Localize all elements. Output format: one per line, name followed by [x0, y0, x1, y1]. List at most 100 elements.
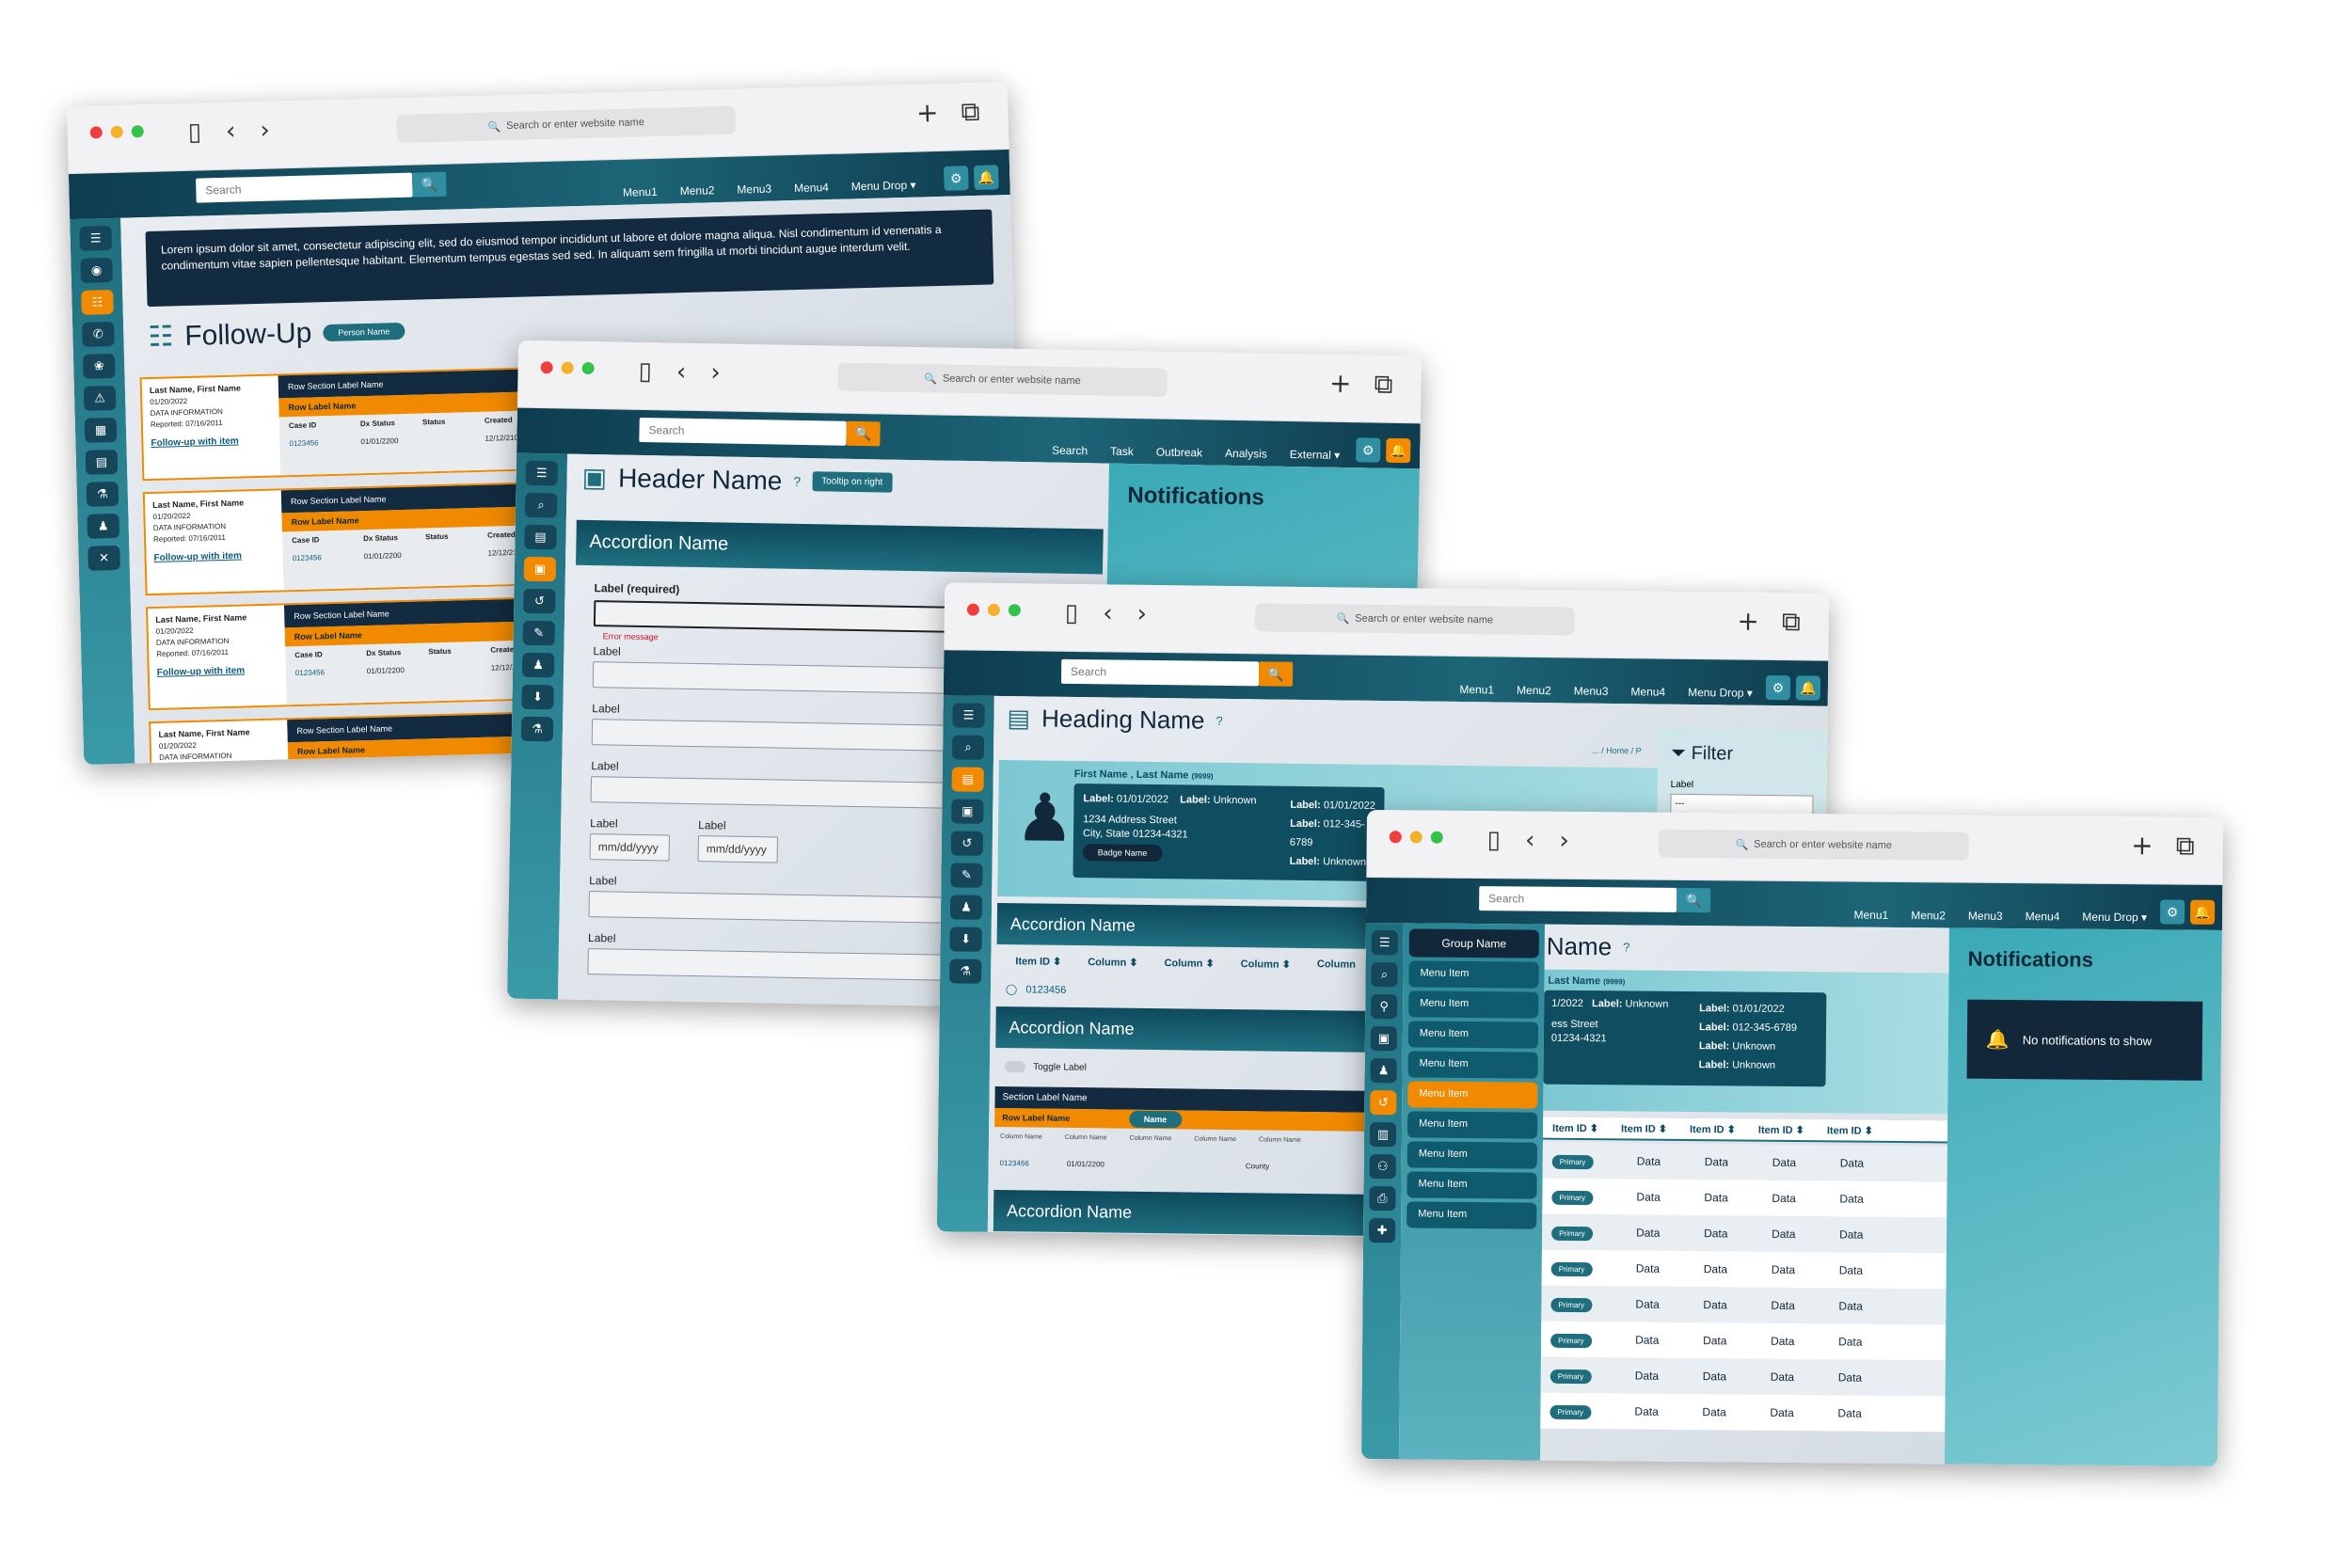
- col-header[interactable]: Item ID ⬍: [1015, 955, 1061, 968]
- case-id[interactable]: 0123456: [293, 552, 358, 562]
- person-icon[interactable]: ♟: [87, 513, 120, 539]
- row-id[interactable]: 0123456: [1000, 1159, 1029, 1167]
- gear-icon[interactable]: ⚙: [1765, 674, 1791, 701]
- menu-analysis[interactable]: Analysis: [1225, 447, 1267, 461]
- menu-outbreak[interactable]: Outbreak: [1156, 446, 1203, 460]
- back-icon[interactable]: ‹: [676, 358, 687, 387]
- follow-up-link[interactable]: Follow-up with item: [157, 665, 278, 679]
- url-bar[interactable]: 🔍 Search or enter website name: [396, 105, 737, 144]
- chart-icon[interactable]: ▥: [1369, 1122, 1397, 1148]
- maximize-dot[interactable]: [1430, 831, 1443, 844]
- sidebar-toggle-icon[interactable]: ▯: [187, 118, 201, 146]
- name-pill[interactable]: Name: [1128, 1110, 1183, 1129]
- bell-icon[interactable]: 🔔: [2189, 899, 2216, 925]
- menu-task[interactable]: Task: [1110, 445, 1134, 458]
- medkit-icon[interactable]: ✚: [1369, 1218, 1396, 1243]
- search-icon[interactable]: ⌕: [524, 492, 558, 518]
- maximize-dot[interactable]: [1008, 604, 1021, 617]
- accordion-header[interactable]: Accordion Name: [576, 519, 1104, 575]
- search-button[interactable]: 🔍: [1677, 887, 1711, 913]
- new-tab-icon[interactable]: +: [2131, 830, 2153, 862]
- menu-1[interactable]: Menu1: [1853, 909, 1888, 922]
- menu-search[interactable]: Search: [1052, 444, 1088, 458]
- id-card-icon[interactable]: ▣: [1370, 1026, 1398, 1052]
- case-id[interactable]: 0123456: [295, 667, 361, 677]
- col-header[interactable]: Item ID ⬍: [1827, 1124, 1873, 1136]
- col-header[interactable]: Item ID ⬍: [1552, 1122, 1598, 1134]
- new-tab-icon[interactable]: +: [1737, 606, 1759, 638]
- calendar-icon[interactable]: ▦: [84, 417, 118, 443]
- date-input[interactable]: mm/dd/yyyy: [589, 833, 671, 862]
- flask-icon[interactable]: ⚗: [949, 958, 982, 984]
- id-card-icon[interactable]: ▣: [951, 799, 984, 824]
- menu-item[interactable]: Menu Item: [1406, 1201, 1537, 1229]
- users-icon[interactable]: ♟: [1370, 1058, 1397, 1084]
- col-header[interactable]: Column ⬍: [1164, 957, 1214, 970]
- item-id[interactable]: 0123456: [1025, 984, 1066, 996]
- menu-drop[interactable]: Menu Drop ▾: [1688, 686, 1753, 700]
- breadcrumb[interactable]: ... / Home / P: [1592, 746, 1642, 756]
- col-header[interactable]: Item ID ⬍: [1690, 1123, 1736, 1135]
- paw-icon[interactable]: ❀: [82, 353, 116, 379]
- forward-icon[interactable]: ›: [710, 358, 721, 387]
- bell-icon[interactable]: 🔔: [1795, 675, 1821, 701]
- forward-icon[interactable]: ›: [260, 117, 270, 145]
- help-icon[interactable]: ?: [1623, 940, 1629, 954]
- grid-icon[interactable]: ▤: [85, 449, 119, 475]
- minimize-dot[interactable]: [561, 361, 574, 374]
- close-dot[interactable]: [1389, 831, 1402, 844]
- menu-drop[interactable]: Menu Drop ▾: [2082, 911, 2147, 925]
- col-header[interactable]: Column: [1317, 958, 1356, 971]
- menu-4[interactable]: Menu4: [2026, 910, 2060, 923]
- clipboard-icon[interactable]: ▤: [524, 524, 557, 550]
- menu-1[interactable]: Menu1: [623, 185, 658, 199]
- menu-item[interactable]: Menu Item: [1406, 1111, 1538, 1139]
- toggle-switch[interactable]: [1004, 1061, 1026, 1073]
- date-input[interactable]: mm/dd/yyyy: [697, 835, 779, 863]
- minimize-dot[interactable]: [110, 125, 123, 138]
- url-bar[interactable]: 🔍 Search or enter website name: [1254, 603, 1575, 636]
- menu-2[interactable]: Menu2: [680, 183, 715, 198]
- flask-icon[interactable]: ⚗: [520, 716, 554, 742]
- printer-icon[interactable]: ⎙: [1369, 1186, 1396, 1212]
- menu-external[interactable]: External ▾: [1290, 448, 1341, 462]
- menu-item-active[interactable]: Menu Item: [1407, 1081, 1538, 1109]
- download-icon[interactable]: ⬇: [949, 927, 982, 952]
- col-header[interactable]: Item ID ⬍: [1758, 1124, 1804, 1136]
- group-icon[interactable]: ⚇: [1369, 1154, 1396, 1180]
- search-icon[interactable]: ⌕: [951, 735, 985, 760]
- user-plus-icon[interactable]: ♟: [949, 895, 983, 920]
- back-icon[interactable]: ‹: [1525, 827, 1535, 855]
- search-button[interactable]: 🔍: [846, 420, 881, 447]
- menu-3[interactable]: Menu3: [1968, 910, 2003, 923]
- follow-up-link[interactable]: Follow-up with item: [151, 436, 272, 450]
- syringe-icon[interactable]: ✎: [522, 620, 555, 646]
- id-card-icon[interactable]: ▣: [523, 556, 557, 582]
- menu-item[interactable]: Menu Item: [1406, 1171, 1537, 1199]
- menu-3[interactable]: Menu3: [737, 182, 771, 197]
- phone-icon[interactable]: ✆: [82, 321, 115, 347]
- history-icon[interactable]: ↺: [523, 588, 556, 614]
- menu-1[interactable]: Menu1: [1459, 683, 1494, 696]
- tools-icon[interactable]: ✕: [87, 545, 120, 571]
- tabs-icon[interactable]: ⧉: [1374, 369, 1393, 401]
- bell-icon[interactable]: 🔔: [1386, 437, 1411, 464]
- forward-icon[interactable]: ›: [1559, 827, 1569, 855]
- close-dot[interactable]: [89, 126, 103, 139]
- tabs-icon[interactable]: ⧉: [1782, 606, 1801, 638]
- map-pin-icon[interactable]: ⚲: [1371, 994, 1398, 1020]
- download-icon[interactable]: ⬇: [521, 684, 554, 710]
- help-icon[interactable]: ?: [793, 473, 801, 488]
- syringe-icon[interactable]: ✎: [950, 863, 983, 888]
- col-header[interactable]: Column ⬍: [1241, 958, 1291, 971]
- minimize-dot[interactable]: [1409, 831, 1422, 844]
- menu-2[interactable]: Menu2: [1911, 909, 1946, 922]
- bell-icon[interactable]: 🔔: [973, 165, 999, 190]
- back-icon[interactable]: ‹: [226, 118, 236, 146]
- close-dot[interactable]: [540, 361, 553, 374]
- eye-icon[interactable]: ◉: [80, 258, 113, 283]
- menu-4[interactable]: Menu4: [1630, 685, 1665, 698]
- menu-icon[interactable]: ☰: [525, 460, 558, 486]
- follow-up-link[interactable]: Follow-up with item: [153, 550, 275, 564]
- menu-icon[interactable]: ☰: [1371, 930, 1398, 956]
